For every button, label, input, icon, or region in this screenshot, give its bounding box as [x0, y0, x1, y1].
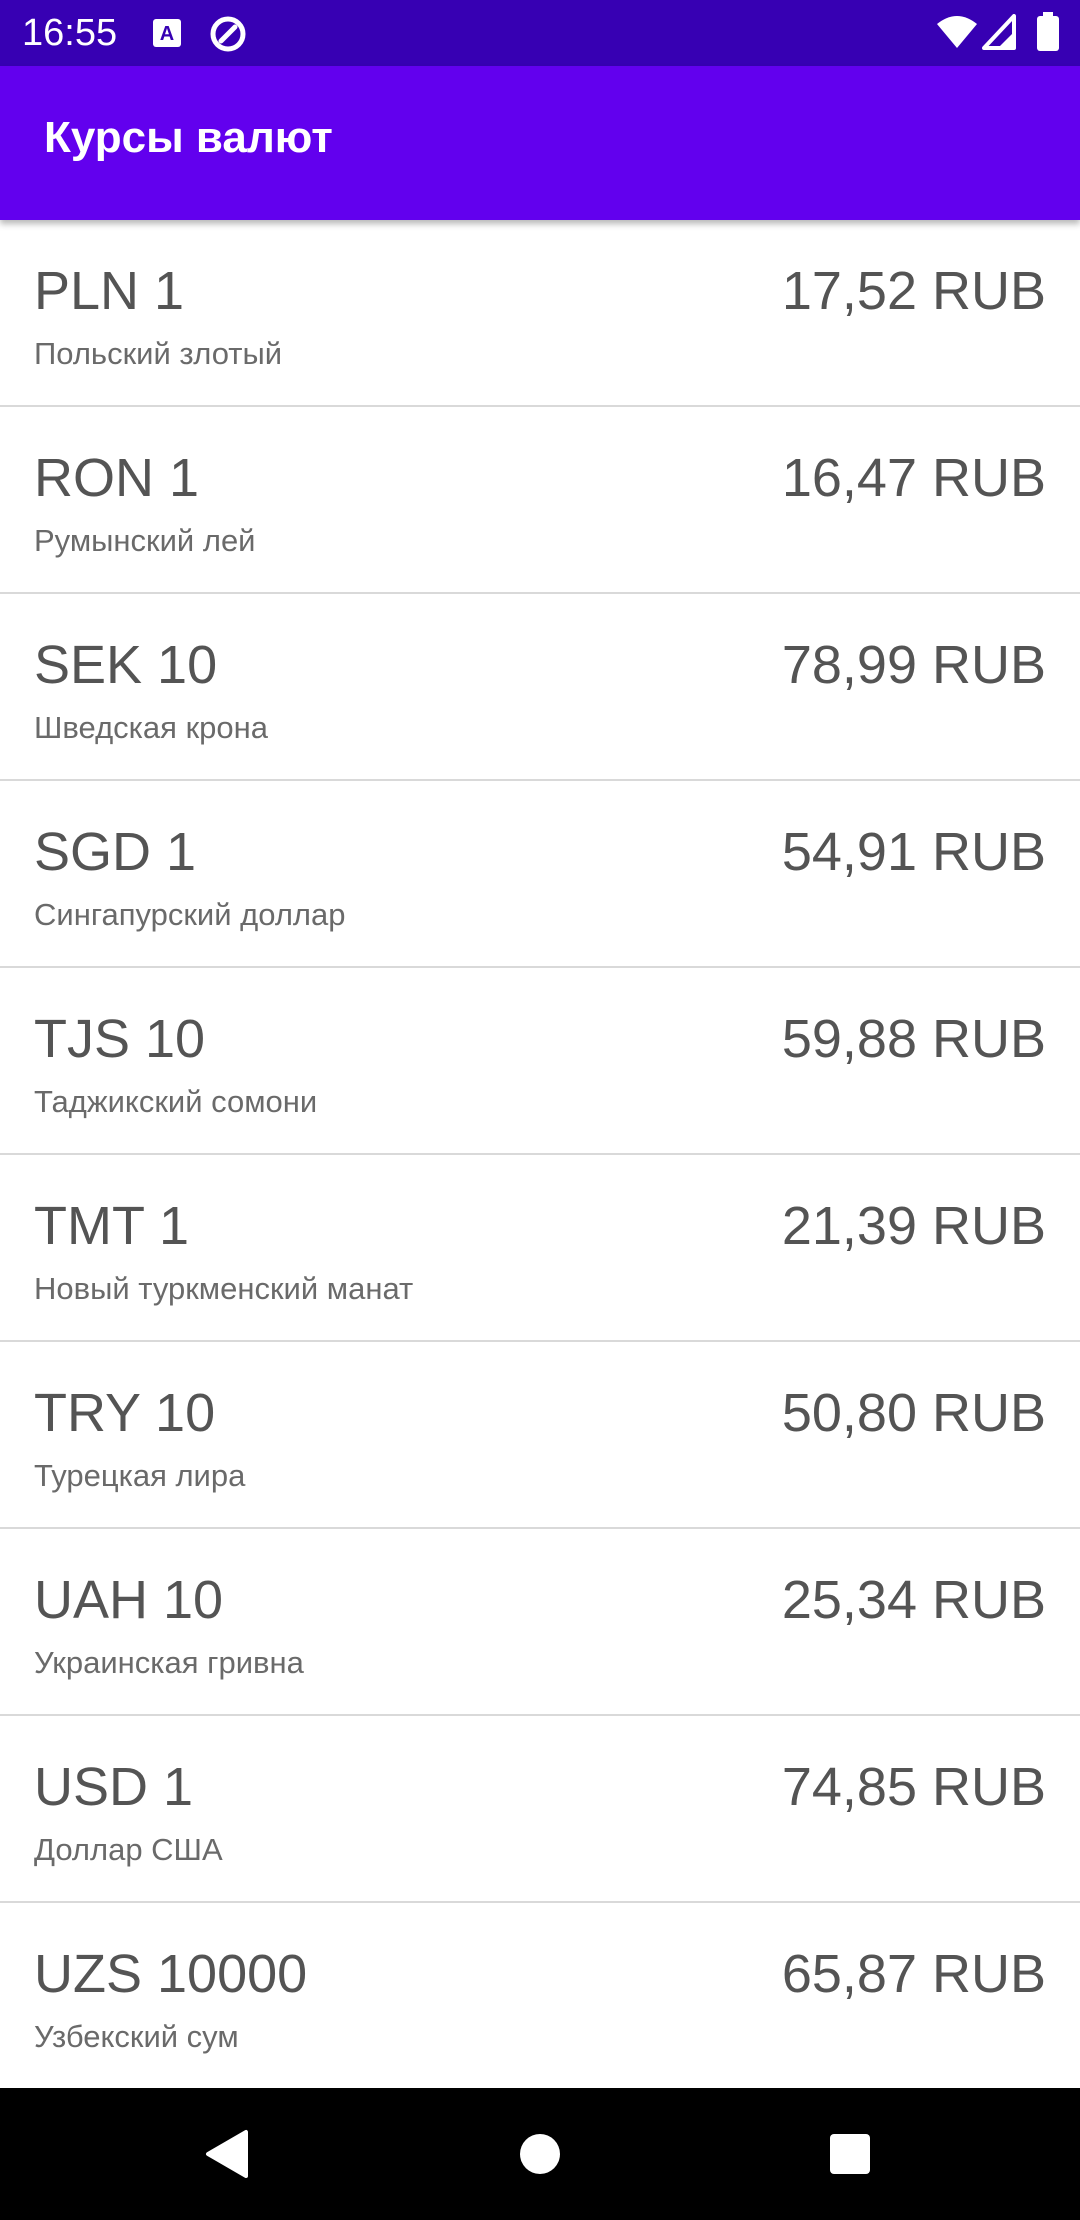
rate-value: 78,99 RUB	[781, 635, 1046, 695]
currency-code: UAH 10	[34, 1570, 224, 1630]
rate-item-uah[interactable]: UAH 10 Украинская гривна 25,34 RUB	[0, 1529, 1080, 1716]
home-button[interactable]	[500, 2118, 580, 2190]
status-time: 16:55	[22, 12, 118, 54]
currency-code: UZS 10000	[34, 1944, 308, 2004]
currency-code: SEK 10	[34, 635, 218, 695]
rate-item-ron[interactable]: RON 1 Румынский лей 16,47 RUB	[0, 407, 1080, 594]
currency-name: Доллар США	[34, 1832, 223, 1867]
currency-name: Новый туркменский манат	[34, 1271, 414, 1306]
currency-code: RON 1	[34, 448, 200, 508]
currency-name: Таджикский сомони	[34, 1084, 318, 1119]
rate-value: 54,91 RUB	[781, 822, 1046, 882]
currency-code: TMT 1	[34, 1196, 190, 1256]
rate-value: 16,47 RUB	[781, 448, 1046, 508]
svg-text:A: A	[160, 23, 174, 45]
rate-value: 59,88 RUB	[781, 1009, 1046, 1069]
rate-value: 50,80 RUB	[781, 1383, 1046, 1443]
rate-item-usd[interactable]: USD 1 Доллар США 74,85 RUB	[0, 1716, 1080, 1903]
navigation-bar	[0, 2088, 1080, 2220]
currency-name: Украинская гривна	[34, 1645, 304, 1680]
back-button[interactable]	[186, 2118, 266, 2190]
currency-name: Румынский лей	[34, 523, 256, 558]
battery-icon	[1036, 12, 1060, 57]
currency-code: USD 1	[34, 1757, 194, 1817]
recents-button[interactable]	[810, 2118, 890, 2190]
wifi-icon	[935, 14, 979, 55]
home-icon	[520, 2134, 560, 2174]
currency-name: Узбекский сум	[34, 2019, 239, 2054]
currency-code: TJS 10	[34, 1009, 206, 1069]
rate-item-try[interactable]: TRY 10 Турецкая лира 50,80 RUB	[0, 1342, 1080, 1529]
currency-code: TRY 10	[34, 1383, 216, 1443]
currency-name: Сингапурский доллар	[34, 897, 346, 932]
app-bar: Курсы валют	[0, 66, 1080, 220]
currency-name: Шведская крона	[34, 710, 268, 745]
rate-value: 74,85 RUB	[781, 1757, 1046, 1817]
recents-icon	[830, 2134, 870, 2174]
rate-value: 21,39 RUB	[781, 1196, 1046, 1256]
currency-code: SGD 1	[34, 822, 197, 882]
rate-item-uzs[interactable]: UZS 10000 Узбекский сум 65,87 RUB	[0, 1903, 1080, 2088]
currency-name: Польский злотый	[34, 336, 283, 371]
currency-code: PLN 1	[34, 261, 185, 321]
back-icon	[206, 2130, 248, 2178]
signal-icon	[982, 14, 1016, 55]
rate-value: 65,87 RUB	[781, 1944, 1046, 2004]
rate-item-tmt[interactable]: TMT 1 Новый туркменский манат 21,39 RUB	[0, 1155, 1080, 1342]
page-title: Курсы валют	[44, 113, 333, 162]
rate-value: 25,34 RUB	[781, 1570, 1046, 1630]
rate-item-tjs[interactable]: TJS 10 Таджикский сомони 59,88 RUB	[0, 968, 1080, 1155]
data-saver-icon	[208, 14, 248, 59]
rate-item-sgd[interactable]: SGD 1 Сингапурский доллар 54,91 RUB	[0, 781, 1080, 968]
rate-value: 17,52 RUB	[781, 261, 1046, 321]
accessibility-a-icon: A	[152, 18, 182, 53]
currency-rate-list[interactable]: PLN 1 Польский злотый 17,52 RUB RON 1 Ру…	[0, 220, 1080, 2088]
rate-item-pln[interactable]: PLN 1 Польский злотый 17,52 RUB	[0, 220, 1080, 407]
currency-name: Турецкая лира	[34, 1458, 246, 1493]
status-bar: 16:55 A	[0, 0, 1080, 66]
rate-item-sek[interactable]: SEK 10 Шведская крона 78,99 RUB	[0, 594, 1080, 781]
